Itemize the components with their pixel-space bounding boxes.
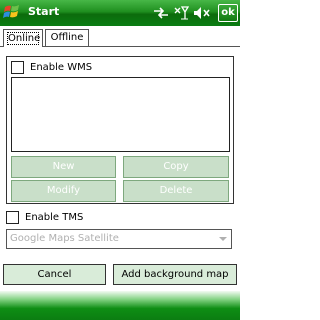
enable-tms-checkbox[interactable] xyxy=(6,211,19,224)
tms-source-selected: Google Maps Satellite xyxy=(10,233,119,244)
new-button[interactable]: New xyxy=(11,156,116,178)
window-title: Start xyxy=(28,5,60,18)
signal-off-icon[interactable] xyxy=(173,6,189,20)
ok-button[interactable]: ok xyxy=(218,4,238,22)
cancel-button[interactable]: Cancel xyxy=(3,264,106,285)
modify-button[interactable]: Modify xyxy=(11,180,116,202)
tms-source-dropdown[interactable]: Google Maps Satellite xyxy=(6,229,232,249)
copy-button[interactable]: Copy xyxy=(123,156,229,178)
tab-online-label: Online xyxy=(7,32,41,45)
connectivity-icon[interactable] xyxy=(152,6,170,20)
tab-online[interactable]: Online xyxy=(3,29,43,47)
enable-wms-checkbox[interactable] xyxy=(11,61,24,74)
title-bar: Start ok xyxy=(0,0,240,26)
chevron-down-icon xyxy=(219,237,227,241)
windows-logo-icon[interactable] xyxy=(3,3,21,21)
add-background-map-button[interactable]: Add background map xyxy=(113,264,237,285)
wms-server-list[interactable] xyxy=(11,77,230,152)
enable-tms-label: Enable TMS xyxy=(25,212,84,223)
volume-mute-icon[interactable] xyxy=(193,6,213,20)
tab-offline[interactable]: Offline xyxy=(45,29,89,46)
tab-offline-label: Offline xyxy=(50,32,84,43)
delete-button[interactable]: Delete xyxy=(123,180,229,202)
bottom-menu-bar xyxy=(0,291,240,320)
enable-wms-label: Enable WMS xyxy=(30,62,93,73)
